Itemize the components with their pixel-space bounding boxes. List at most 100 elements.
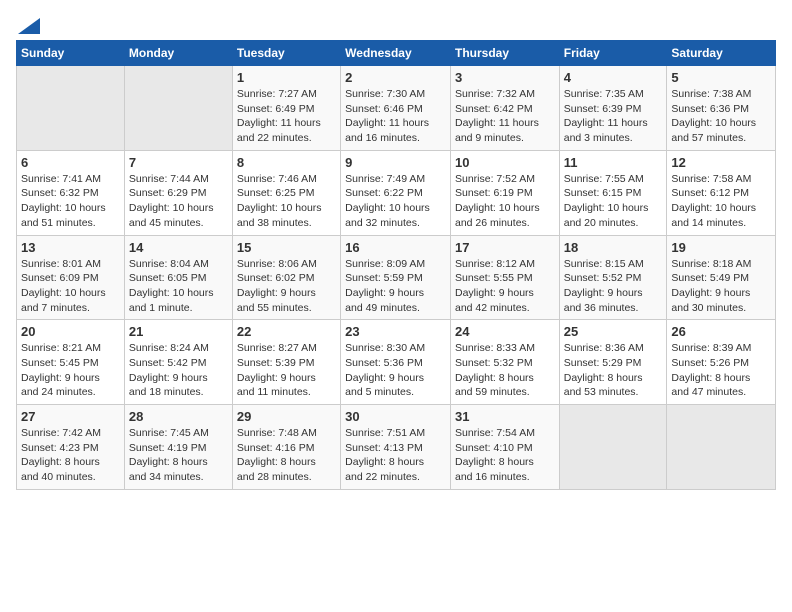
day-number: 16: [345, 240, 446, 255]
day-number: 30: [345, 409, 446, 424]
week-row-5: 27 Sunrise: 7:42 AM Sunset: 4:23 PM Dayli…: [17, 405, 776, 490]
day-cell: [17, 66, 125, 151]
day-number: 15: [237, 240, 336, 255]
day-info: Sunrise: 8:36 AM Sunset: 5:29 PM Dayligh…: [564, 341, 663, 400]
col-header-thursday: Thursday: [450, 41, 559, 66]
day-number: 6: [21, 155, 120, 170]
logo: [16, 16, 40, 30]
day-info: Sunrise: 7:32 AM Sunset: 6:42 PM Dayligh…: [455, 87, 555, 146]
day-cell: 1 Sunrise: 7:27 AM Sunset: 6:49 PM Daylig…: [232, 66, 340, 151]
day-cell: 5 Sunrise: 7:38 AM Sunset: 6:36 PM Daylig…: [667, 66, 776, 151]
day-cell: 23 Sunrise: 8:30 AM Sunset: 5:36 PM Dayli…: [341, 320, 451, 405]
col-header-friday: Friday: [559, 41, 667, 66]
day-number: 13: [21, 240, 120, 255]
day-number: 3: [455, 70, 555, 85]
day-number: 21: [129, 324, 228, 339]
day-number: 2: [345, 70, 446, 85]
day-cell: 26Sunrise: 8:39 AM Sunset: 5:26 PM Dayli…: [667, 320, 776, 405]
day-info: Sunrise: 8:12 AM Sunset: 5:55 PM Dayligh…: [455, 257, 555, 316]
day-cell: 16 Sunrise: 8:09 AM Sunset: 5:59 PM Dayli…: [341, 235, 451, 320]
week-row-2: 6 Sunrise: 7:41 AM Sunset: 6:32 PM Daylig…: [17, 150, 776, 235]
day-info: Sunrise: 7:41 AM Sunset: 6:32 PM Dayligh…: [21, 172, 120, 231]
day-number: 5: [671, 70, 771, 85]
day-number: 20: [21, 324, 120, 339]
day-cell: 2 Sunrise: 7:30 AM Sunset: 6:46 PM Daylig…: [341, 66, 451, 151]
col-header-saturday: Saturday: [667, 41, 776, 66]
day-number: 31: [455, 409, 555, 424]
day-cell: 9 Sunrise: 7:49 AM Sunset: 6:22 PM Daylig…: [341, 150, 451, 235]
day-cell: 10 Sunrise: 7:52 AM Sunset: 6:19 PM Dayli…: [450, 150, 559, 235]
day-number: 23: [345, 324, 446, 339]
day-cell: 28 Sunrise: 7:45 AM Sunset: 4:19 PM Dayli…: [124, 405, 232, 490]
day-cell: 29Sunrise: 7:48 AM Sunset: 4:16 PM Dayli…: [232, 405, 340, 490]
day-info: Sunrise: 7:55 AM Sunset: 6:15 PM Dayligh…: [564, 172, 663, 231]
day-info: Sunrise: 8:30 AM Sunset: 5:36 PM Dayligh…: [345, 341, 446, 400]
day-info: Sunrise: 7:48 AM Sunset: 4:16 PM Dayligh…: [237, 426, 336, 485]
day-cell: 19 Sunrise: 8:18 AM Sunset: 5:49 PM Dayli…: [667, 235, 776, 320]
day-number: 9: [345, 155, 446, 170]
day-info: Sunrise: 8:33 AM Sunset: 5:32 PM Dayligh…: [455, 341, 555, 400]
day-cell: 3 Sunrise: 7:32 AM Sunset: 6:42 PM Daylig…: [450, 66, 559, 151]
day-cell: 24Sunrise: 8:33 AM Sunset: 5:32 PM Dayli…: [450, 320, 559, 405]
day-info: Sunrise: 8:01 AM Sunset: 6:09 PM Dayligh…: [21, 257, 120, 316]
col-header-tuesday: Tuesday: [232, 41, 340, 66]
day-info: Sunrise: 8:21 AM Sunset: 5:45 PM Dayligh…: [21, 341, 120, 400]
day-cell: 20 Sunrise: 8:21 AM Sunset: 5:45 PM Dayli…: [17, 320, 125, 405]
col-header-wednesday: Wednesday: [341, 41, 451, 66]
day-number: 28: [129, 409, 228, 424]
day-number: 22: [237, 324, 336, 339]
day-cell: 8 Sunrise: 7:46 AM Sunset: 6:25 PM Daylig…: [232, 150, 340, 235]
col-header-monday: Monday: [124, 41, 232, 66]
day-number: 14: [129, 240, 228, 255]
day-number: 17: [455, 240, 555, 255]
day-info: Sunrise: 7:51 AM Sunset: 4:13 PM Dayligh…: [345, 426, 446, 485]
day-info: Sunrise: 7:46 AM Sunset: 6:25 PM Dayligh…: [237, 172, 336, 231]
day-info: Sunrise: 7:42 AM Sunset: 4:23 PM Dayligh…: [21, 426, 120, 485]
col-header-sunday: Sunday: [17, 41, 125, 66]
day-info: Sunrise: 7:49 AM Sunset: 6:22 PM Dayligh…: [345, 172, 446, 231]
day-info: Sunrise: 8:18 AM Sunset: 5:49 PM Dayligh…: [671, 257, 771, 316]
day-info: Sunrise: 7:45 AM Sunset: 4:19 PM Dayligh…: [129, 426, 228, 485]
day-cell: [124, 66, 232, 151]
day-number: 19: [671, 240, 771, 255]
day-info: Sunrise: 7:52 AM Sunset: 6:19 PM Dayligh…: [455, 172, 555, 231]
day-number: 7: [129, 155, 228, 170]
day-number: 10: [455, 155, 555, 170]
day-info: Sunrise: 8:06 AM Sunset: 6:02 PM Dayligh…: [237, 257, 336, 316]
day-cell: 15 Sunrise: 8:06 AM Sunset: 6:02 PM Dayli…: [232, 235, 340, 320]
day-number: 1: [237, 70, 336, 85]
day-info: Sunrise: 7:38 AM Sunset: 6:36 PM Dayligh…: [671, 87, 771, 146]
day-cell: 21 Sunrise: 8:24 AM Sunset: 5:42 PM Dayli…: [124, 320, 232, 405]
day-cell: 7 Sunrise: 7:44 AM Sunset: 6:29 PM Daylig…: [124, 150, 232, 235]
page-header: [16, 16, 776, 30]
day-cell: 27 Sunrise: 7:42 AM Sunset: 4:23 PM Dayli…: [17, 405, 125, 490]
day-number: 4: [564, 70, 663, 85]
day-cell: 13 Sunrise: 8:01 AM Sunset: 6:09 PM Dayli…: [17, 235, 125, 320]
day-number: 18: [564, 240, 663, 255]
day-info: Sunrise: 8:04 AM Sunset: 6:05 PM Dayligh…: [129, 257, 228, 316]
day-number: 8: [237, 155, 336, 170]
day-info: Sunrise: 8:39 AM Sunset: 5:26 PM Dayligh…: [671, 341, 771, 400]
day-cell: 22Sunrise: 8:27 AM Sunset: 5:39 PM Dayli…: [232, 320, 340, 405]
day-cell: 12Sunrise: 7:58 AM Sunset: 6:12 PM Dayli…: [667, 150, 776, 235]
day-info: Sunrise: 7:58 AM Sunset: 6:12 PM Dayligh…: [671, 172, 771, 231]
day-number: 27: [21, 409, 120, 424]
day-cell: 4Sunrise: 7:35 AM Sunset: 6:39 PM Daylig…: [559, 66, 667, 151]
day-info: Sunrise: 8:09 AM Sunset: 5:59 PM Dayligh…: [345, 257, 446, 316]
day-cell: 17 Sunrise: 8:12 AM Sunset: 5:55 PM Dayli…: [450, 235, 559, 320]
day-number: 11: [564, 155, 663, 170]
day-cell: 6 Sunrise: 7:41 AM Sunset: 6:32 PM Daylig…: [17, 150, 125, 235]
day-info: Sunrise: 7:30 AM Sunset: 6:46 PM Dayligh…: [345, 87, 446, 146]
day-info: Sunrise: 8:24 AM Sunset: 5:42 PM Dayligh…: [129, 341, 228, 400]
day-cell: [559, 405, 667, 490]
day-cell: 18Sunrise: 8:15 AM Sunset: 5:52 PM Dayli…: [559, 235, 667, 320]
day-cell: 25Sunrise: 8:36 AM Sunset: 5:29 PM Dayli…: [559, 320, 667, 405]
week-row-1: 1 Sunrise: 7:27 AM Sunset: 6:49 PM Daylig…: [17, 66, 776, 151]
week-row-3: 13 Sunrise: 8:01 AM Sunset: 6:09 PM Dayli…: [17, 235, 776, 320]
logo-icon: [18, 18, 40, 34]
day-info: Sunrise: 7:44 AM Sunset: 6:29 PM Dayligh…: [129, 172, 228, 231]
day-cell: 11 Sunrise: 7:55 AM Sunset: 6:15 PM Dayli…: [559, 150, 667, 235]
day-cell: 14 Sunrise: 8:04 AM Sunset: 6:05 PM Dayli…: [124, 235, 232, 320]
calendar-table: SundayMondayTuesdayWednesdayThursdayFrid…: [16, 40, 776, 490]
day-info: Sunrise: 7:27 AM Sunset: 6:49 PM Dayligh…: [237, 87, 336, 146]
